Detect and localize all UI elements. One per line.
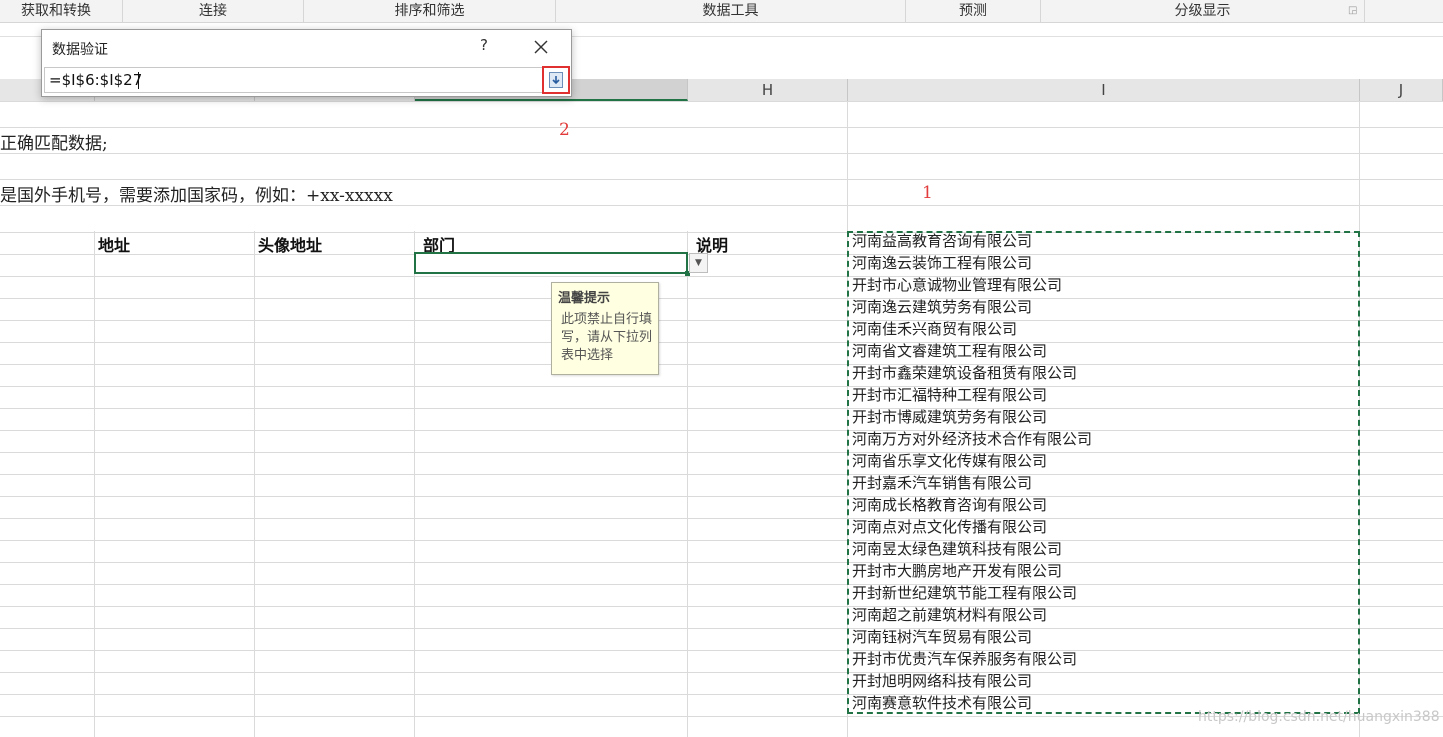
ribbon-group-outline: 分级显示 <box>1041 0 1365 22</box>
header-address: 地址 <box>98 236 131 255</box>
company-cell[interactable]: 河南逸云建筑劳务有限公司 <box>852 296 1032 317</box>
company-cell[interactable]: 河南省乐享文化传媒有限公司 <box>852 450 1047 471</box>
worksheet-grid-top-rows[interactable] <box>0 101 1443 231</box>
company-cell[interactable]: 河南万方对外经济技术合作有限公司 <box>852 428 1092 449</box>
company-cell[interactable]: 开封嘉禾汽车销售有限公司 <box>852 472 1032 493</box>
annotation-label-2: 2 <box>559 120 570 140</box>
gridline <box>254 231 255 737</box>
column-header-j[interactable]: J <box>1360 79 1443 101</box>
dropdown-arrow-icon[interactable]: ▼ <box>689 253 708 273</box>
company-cell[interactable]: 开封市鑫荣建筑设备租赁有限公司 <box>852 362 1077 383</box>
expand-dialog-button[interactable] <box>542 66 570 94</box>
dialog-title: 数据验证 <box>52 42 108 58</box>
company-cell[interactable]: 开封市心意诚物业管理有限公司 <box>852 274 1062 295</box>
company-cell[interactable]: 河南点对点文化传播有限公司 <box>852 516 1047 537</box>
gridline <box>414 231 415 737</box>
ribbon-group-connections: 连接 <box>123 0 304 22</box>
header-avatar: 头像地址 <box>258 236 323 255</box>
company-cell[interactable]: 开封市优贵汽车保养服务有限公司 <box>852 648 1077 669</box>
company-cell[interactable]: 开封市大鹏房地产开发有限公司 <box>852 560 1062 581</box>
note-line-2: 是国外手机号，需要添加国家码，例如：+xx-xxxxx <box>0 186 393 206</box>
company-cell[interactable]: 开封市汇福特种工程有限公司 <box>852 384 1047 405</box>
gridline <box>687 231 688 737</box>
ribbon-group-data-tools: 数据工具 <box>556 0 906 22</box>
company-cell[interactable]: 河南逸云装饰工程有限公司 <box>852 252 1032 273</box>
column-header-i[interactable]: I <box>848 79 1360 101</box>
note-line-1: 正确匹配数据; <box>0 134 108 154</box>
company-cell[interactable]: 河南省文睿建筑工程有限公司 <box>852 340 1047 361</box>
company-cell[interactable]: 开封市博威建筑劳务有限公司 <box>852 406 1047 427</box>
company-cell[interactable]: 河南益高教育咨询有限公司 <box>852 230 1032 251</box>
close-icon[interactable] <box>532 38 550 56</box>
ribbon-group-forecast: 预测 <box>906 0 1041 22</box>
company-cell[interactable]: 河南超之前建筑材料有限公司 <box>852 604 1047 625</box>
source-range-value: =$I$6:$I$27 <box>49 71 143 89</box>
column-header-h[interactable]: H <box>688 79 848 101</box>
expand-dialog-icon <box>549 72 563 88</box>
company-cell[interactable]: 河南钰树汽车贸易有限公司 <box>852 626 1032 647</box>
input-message-tooltip: 温馨提示 此项禁止自行填写，请从下拉列表中选择 <box>551 282 659 375</box>
tooltip-title: 温馨提示 <box>558 291 611 306</box>
data-validation-dialog: 数据验证 ? =$I$6:$I$27 <box>41 29 572 97</box>
company-cell[interactable]: 河南成长格教育咨询有限公司 <box>852 494 1047 515</box>
gridline <box>94 231 95 737</box>
company-cell[interactable]: 河南昱太绿色建筑科技有限公司 <box>852 538 1062 559</box>
department-cell-selected[interactable] <box>414 252 688 274</box>
company-cell[interactable]: 河南赛意软件技术有限公司 <box>852 692 1032 713</box>
text-caret <box>138 72 139 89</box>
dialog-launcher-icon[interactable]: ◲ <box>1348 5 1357 16</box>
company-cell[interactable]: 河南佳禾兴商贸有限公司 <box>852 318 1017 339</box>
ribbon-group-get-transform: 获取和转换 <box>0 0 123 22</box>
tooltip-body: 此项禁止自行填写，请从下拉列表中选择 <box>561 312 653 363</box>
ribbon-group-sort-filter: 排序和筛选 <box>304 0 556 22</box>
help-button[interactable]: ? <box>480 36 488 54</box>
watermark: https://blog.csdn.net/huangxin388 <box>1198 709 1440 725</box>
company-cell[interactable]: 开封旭明网络科技有限公司 <box>852 670 1032 691</box>
annotation-label-1: 1 <box>922 183 933 203</box>
ribbon-group-labels: 获取和转换 连接 排序和筛选 数据工具 预测 分级显示 ◲ <box>0 0 1443 23</box>
company-cell[interactable]: 开封新世纪建筑节能工程有限公司 <box>852 582 1077 603</box>
source-range-input[interactable]: =$I$6:$I$27 <box>44 67 566 93</box>
